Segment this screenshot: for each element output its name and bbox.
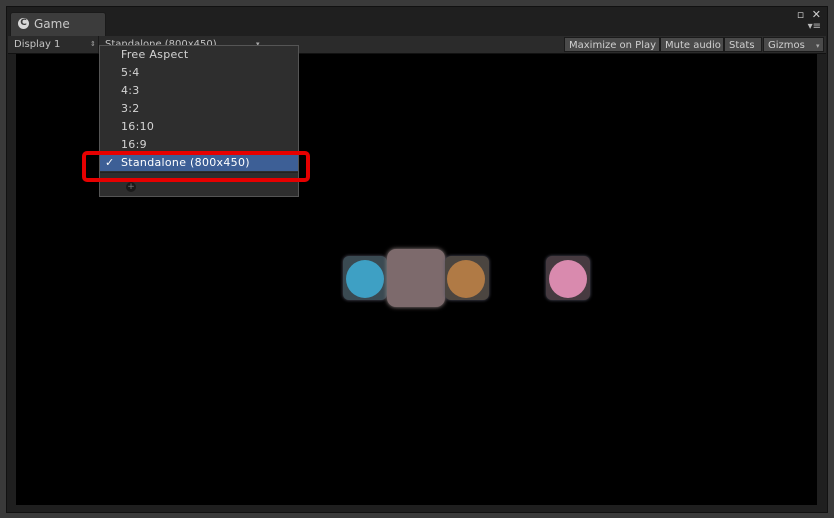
tab-game-label: Game	[34, 17, 70, 31]
center-tile	[387, 249, 445, 307]
menu-item-free-aspect[interactable]: Free Aspect	[100, 46, 298, 63]
pink-circle	[549, 260, 587, 298]
menu-item-label: 16:9	[121, 138, 147, 151]
stats-button[interactable]: Stats	[724, 37, 762, 52]
window-controls: ▫ ✕	[793, 8, 821, 21]
chevron-down-icon: ▾	[816, 42, 820, 50]
plus-circle-icon[interactable]: +	[126, 182, 136, 192]
menu-item-label: 5:4	[121, 66, 140, 79]
unity-logo-icon: C	[18, 18, 29, 29]
display-dropdown-label: Display 1	[14, 39, 61, 50]
display-dropdown[interactable]: Display 1 ⇕	[10, 36, 99, 53]
blue-circle	[346, 260, 384, 298]
menu-item-label: 4:3	[121, 84, 140, 97]
mute-audio-button[interactable]: Mute audio	[660, 37, 724, 52]
menu-item-label: Free Aspect	[121, 48, 189, 61]
tab-game[interactable]: C Game	[10, 12, 106, 41]
maximize-on-play-button[interactable]: Maximize on Play	[564, 37, 660, 52]
gizmos-dropdown[interactable]: Gizmos ▾	[763, 37, 824, 52]
updown-arrow-icon: ⇕	[90, 40, 96, 48]
menu-item-4-3[interactable]: 4:3	[100, 82, 298, 99]
menu-item-label: 16:10	[121, 120, 155, 133]
menu-item-label: 3:2	[121, 102, 140, 115]
menu-item-5-4[interactable]: 5:4	[100, 64, 298, 81]
context-menu-icon[interactable]: ▾≡	[808, 21, 821, 32]
gizmos-label: Gizmos	[768, 40, 805, 51]
menu-item-3-2[interactable]: 3:2	[100, 100, 298, 117]
orange-circle	[447, 260, 485, 298]
close-icon[interactable]: ✕	[812, 8, 821, 21]
annotation-highlight-box	[82, 151, 310, 182]
menu-item-16-10[interactable]: 16:10	[100, 118, 298, 135]
restore-icon[interactable]: ▫	[797, 8, 804, 21]
